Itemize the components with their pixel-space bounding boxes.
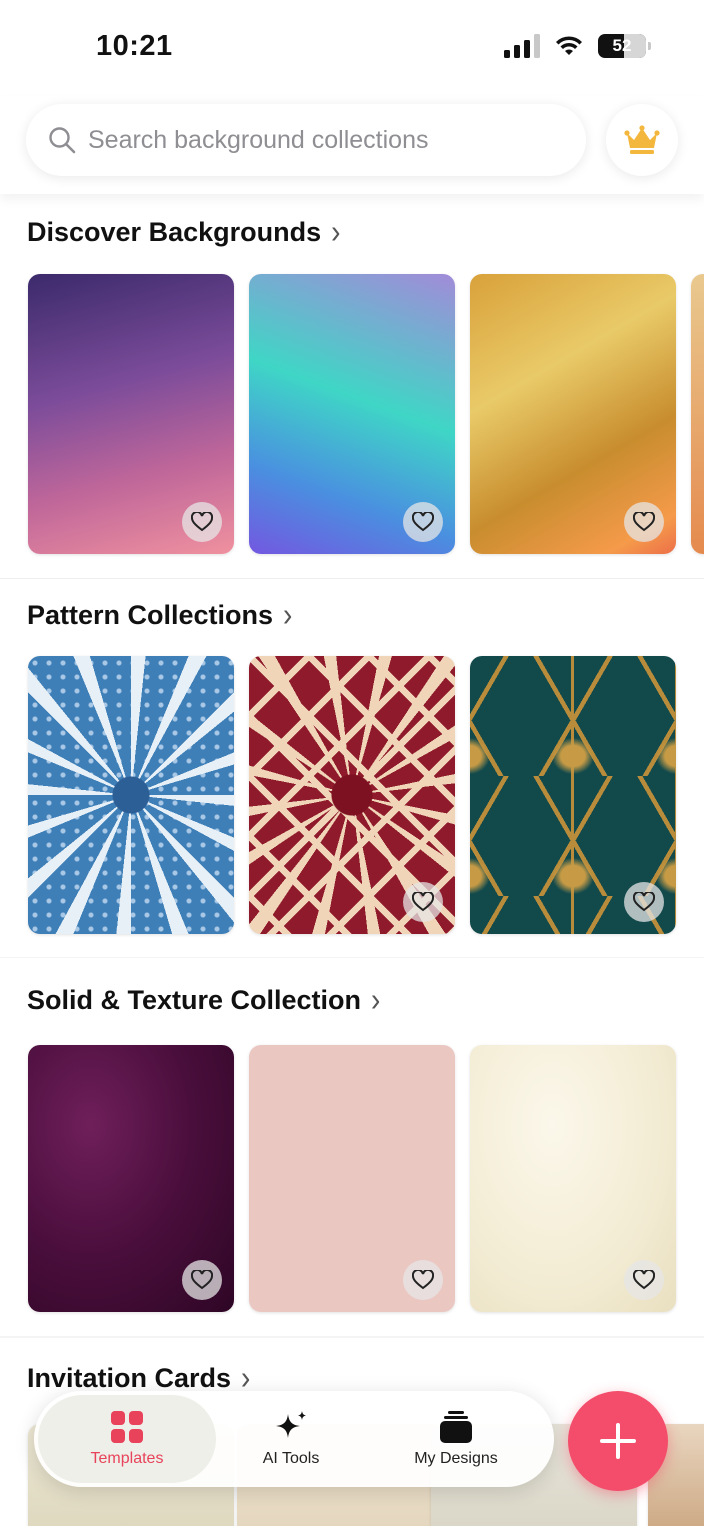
- battery-icon: 52: [598, 34, 651, 58]
- pattern-card[interactable]: [28, 656, 234, 934]
- section-title-patterns[interactable]: Pattern Collections ›: [27, 595, 293, 633]
- tab-ai-tools-label: AI Tools: [262, 1450, 320, 1467]
- favorite-heart-icon[interactable]: [624, 502, 664, 542]
- search-icon: [49, 127, 76, 154]
- status-bar: 10:21 52: [0, 0, 704, 96]
- favorite-heart-icon[interactable]: [182, 1260, 222, 1300]
- texture-card[interactable]: [249, 1045, 455, 1312]
- background-card[interactable]: [28, 274, 234, 554]
- wifi-icon: [556, 36, 582, 55]
- signal-icon: [504, 34, 540, 58]
- pattern-card[interactable]: [470, 656, 676, 934]
- section-title-invitations[interactable]: Invitation Cards ›: [27, 1359, 250, 1396]
- section-solid-texture: Solid & Texture Collection ›: [0, 958, 704, 1336]
- chevron-right-icon: ›: [371, 980, 381, 1018]
- pattern-card[interactable]: [249, 656, 455, 934]
- tab-templates-label: Templates: [90, 1450, 164, 1467]
- favorite-heart-icon[interactable]: [403, 882, 443, 922]
- tab-my-designs-label: My Designs: [414, 1450, 498, 1467]
- favorite-heart-icon[interactable]: [403, 1260, 443, 1300]
- sparkle-icon: [276, 1411, 306, 1438]
- grid-icon: [111, 1411, 143, 1443]
- battery-level: 52: [612, 36, 632, 55]
- background-card[interactable]: [249, 274, 455, 554]
- chevron-right-icon: ›: [331, 212, 341, 250]
- crown-icon: [624, 125, 660, 154]
- search-input[interactable]: Search background collections: [26, 104, 586, 176]
- texture-card[interactable]: [28, 1045, 234, 1312]
- favorite-heart-icon[interactable]: [624, 882, 664, 922]
- section-title-solid-texture[interactable]: Solid & Texture Collection ›: [27, 980, 381, 1018]
- favorite-heart-icon[interactable]: [624, 1260, 664, 1300]
- premium-button[interactable]: [606, 104, 678, 176]
- search-placeholder: Search background collections: [88, 125, 429, 154]
- tab-templates[interactable]: Templates: [38, 1395, 216, 1483]
- add-button[interactable]: [568, 1391, 668, 1491]
- status-time: 10:21: [96, 30, 173, 62]
- favorite-heart-icon[interactable]: [182, 502, 222, 542]
- texture-card[interactable]: [470, 1045, 676, 1312]
- chevron-right-icon: ›: [283, 595, 293, 633]
- favorite-heart-icon[interactable]: [403, 502, 443, 542]
- top-bar: Search background collections: [0, 96, 704, 194]
- plus-icon: [600, 1423, 636, 1459]
- section-discover-backgrounds: Discover Backgrounds ›: [0, 194, 704, 578]
- section-title-discover[interactable]: Discover Backgrounds ›: [27, 212, 341, 250]
- section-pattern-collections: Pattern Collections ›: [0, 578, 704, 957]
- status-icons: 52: [504, 34, 651, 58]
- tab-ai-tools[interactable]: AI Tools: [216, 1395, 366, 1483]
- background-card[interactable]: [691, 274, 704, 554]
- layers-icon: [440, 1411, 472, 1443]
- background-card[interactable]: [470, 274, 676, 554]
- tab-bar: Templates AI Tools My Designs: [34, 1391, 554, 1487]
- tab-my-designs[interactable]: My Designs: [366, 1395, 546, 1483]
